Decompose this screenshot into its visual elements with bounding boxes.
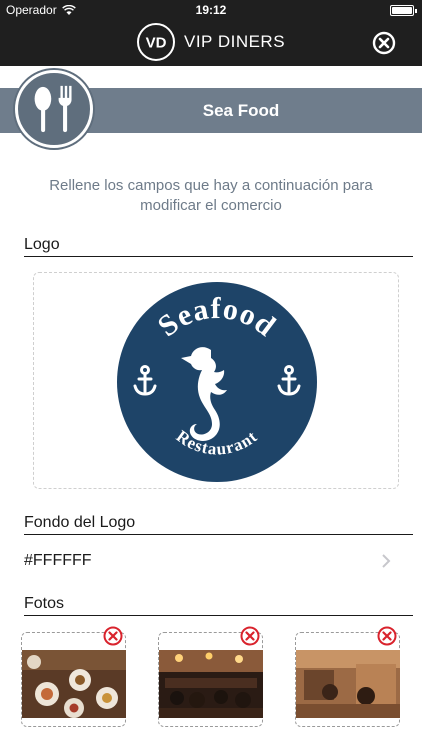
- chevron-right-icon: [382, 554, 391, 568]
- battery-fill: [392, 7, 412, 14]
- form-instructions: Rellene los campos que hay a continuació…: [49, 177, 373, 214]
- status-bar: Operador 19:12: [0, 0, 422, 20]
- svg-text:VD: VD: [146, 35, 167, 52]
- photo-dishes-image: [22, 650, 126, 718]
- photos-section-label: Fotos: [24, 595, 413, 616]
- photo-slot-2[interactable]: [158, 626, 263, 727]
- logo-background-value: #FFFFFF: [24, 552, 92, 569]
- battery-icon: [390, 5, 417, 16]
- delete-photo-1-icon[interactable]: [103, 626, 123, 646]
- vip-diners-logo: VD VIP DINERS: [136, 22, 285, 62]
- logo-background-label: Fondo del Logo: [24, 514, 413, 535]
- commerce-title: Sea Food: [202, 101, 280, 120]
- status-time: 19:12: [195, 3, 227, 17]
- delete-photo-3-icon[interactable]: [377, 626, 397, 646]
- photo-interior-image: [159, 650, 263, 718]
- logo-section-label: Logo: [24, 236, 413, 257]
- logo-upload-area[interactable]: Seafood Restaurant: [33, 272, 399, 489]
- photo-bar-image: [296, 650, 400, 718]
- delete-photo-2-icon[interactable]: [240, 626, 260, 646]
- category-avatar: [15, 70, 93, 148]
- photo-slot-3[interactable]: [295, 626, 400, 727]
- photo-slot-1[interactable]: [21, 626, 126, 727]
- seafood-restaurant-logo: Seafood Restaurant: [117, 282, 317, 482]
- vd-monogram-icon: VD: [137, 23, 175, 61]
- close-icon[interactable]: [372, 31, 396, 55]
- brand-name: VIP DINERS: [184, 32, 286, 51]
- logo-background-color-row[interactable]: #FFFFFF: [24, 546, 413, 576]
- top-navigation-bar: VD VIP DINERS: [0, 20, 422, 66]
- spoon-fork-icon: [34, 85, 72, 133]
